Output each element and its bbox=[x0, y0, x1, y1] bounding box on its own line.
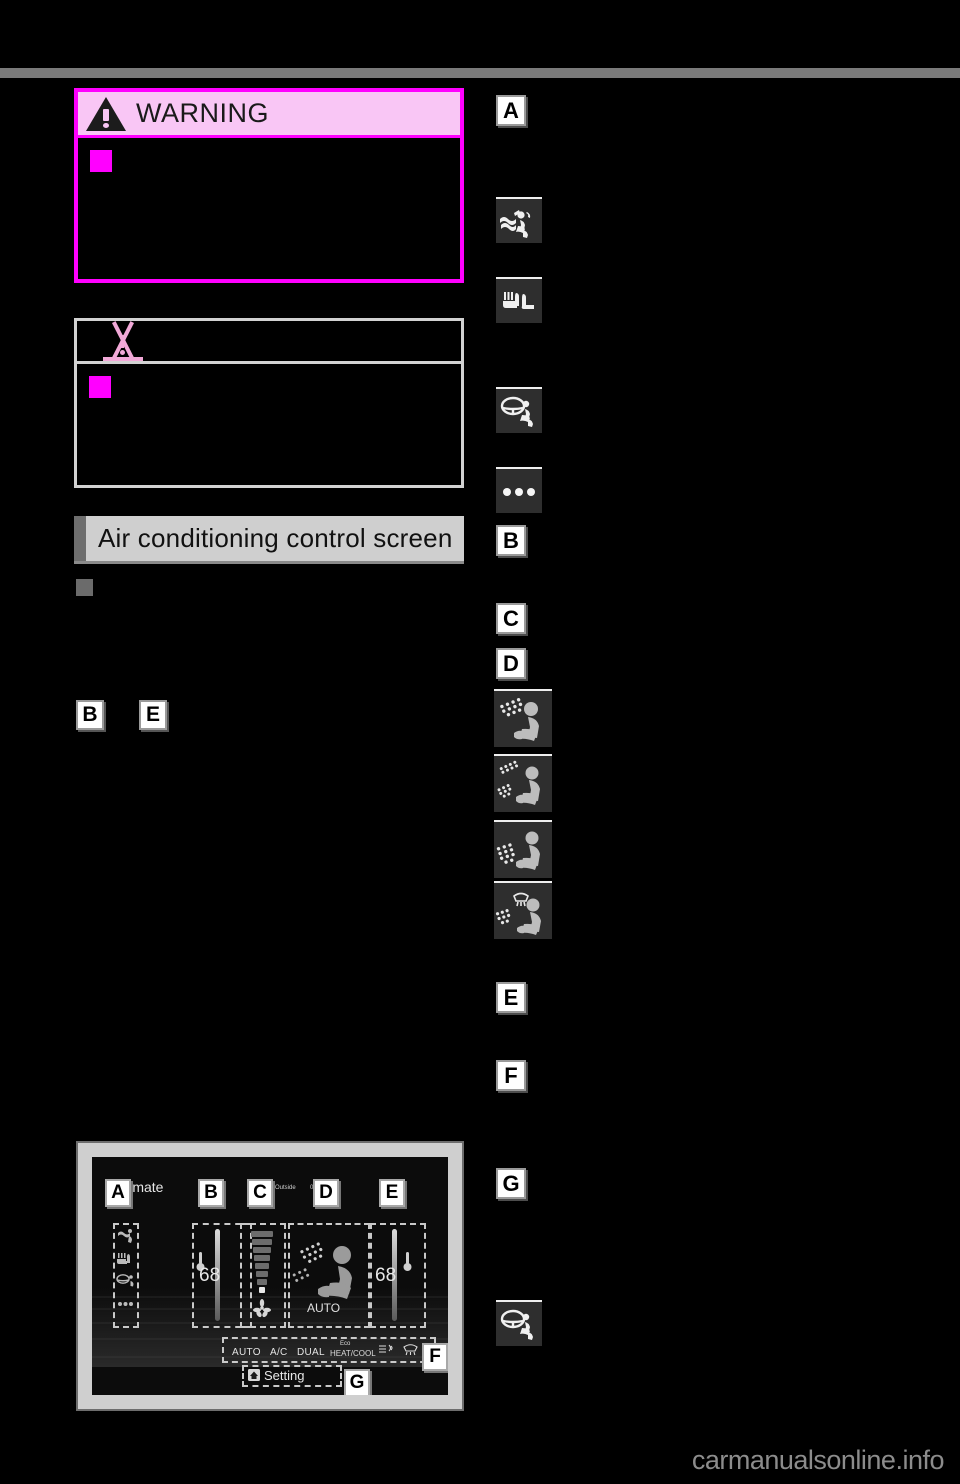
airflow-seat-icon bbox=[496, 197, 542, 243]
auto-button-label[interactable]: AUTO bbox=[232, 1347, 261, 1358]
seat-heater-icon bbox=[496, 277, 542, 323]
setting-button-label[interactable]: Setting bbox=[264, 1368, 304, 1383]
subsection-bullet-square bbox=[76, 579, 93, 596]
section-accent-bar bbox=[74, 516, 86, 561]
section-heading-label: Air conditioning control screen bbox=[98, 523, 453, 553]
eco-label-upper[interactable]: Eco bbox=[340, 1341, 350, 1347]
steering-wheel-heater-icon bbox=[496, 1300, 542, 1346]
notice-header bbox=[77, 321, 461, 364]
temp-left-value: 68 bbox=[199, 1265, 221, 1286]
auto-status-label: AUTO bbox=[307, 1301, 341, 1315]
windshield-defroster-icon[interactable] bbox=[402, 1342, 419, 1357]
more-options-dots-icon bbox=[496, 467, 542, 513]
figure-callout-e: E bbox=[379, 1179, 405, 1207]
manual-page: WARNING Air conditioning control screen … bbox=[0, 0, 960, 1484]
outside-temp-label: Outside bbox=[275, 1185, 296, 1191]
figure-callout-b: B bbox=[198, 1179, 224, 1207]
callout-badge-f: F bbox=[496, 1060, 526, 1091]
setting-home-icon[interactable] bbox=[248, 1369, 260, 1381]
air-conditioning-screen-figure: Climate Outside 0 F bbox=[76, 1141, 464, 1411]
ac-button-label[interactable]: A/C bbox=[270, 1347, 288, 1358]
inline-badge-b: B bbox=[76, 700, 104, 730]
callout-badge-a: A bbox=[496, 95, 526, 126]
section-heading: Air conditioning control screen bbox=[74, 516, 464, 564]
figure-callout-d: D bbox=[313, 1179, 339, 1207]
callout-badge-b: B bbox=[496, 525, 526, 556]
steering-wheel-heater-icon bbox=[496, 387, 542, 433]
warning-box: WARNING bbox=[74, 88, 464, 283]
caution-triangle-outline-icon bbox=[103, 321, 143, 361]
notice-bullet-square bbox=[89, 376, 111, 398]
notice-box bbox=[74, 318, 464, 488]
warning-header: WARNING bbox=[78, 92, 460, 138]
figure-callout-f: F bbox=[422, 1343, 448, 1371]
airflow-feet-icon bbox=[494, 820, 552, 878]
warning-bullet-square bbox=[90, 150, 112, 172]
dual-button-label[interactable]: DUAL bbox=[297, 1347, 325, 1358]
warning-triangle-icon bbox=[86, 96, 126, 131]
eco-heat-cool-label[interactable]: HEAT/COOL bbox=[330, 1349, 376, 1358]
notice-body bbox=[77, 364, 461, 482]
figure-callout-a: A bbox=[105, 1179, 131, 1207]
site-watermark: carmanualsonline.info bbox=[691, 1445, 945, 1475]
figure-callout-g: G bbox=[344, 1369, 370, 1395]
callout-badge-g: G bbox=[496, 1168, 526, 1199]
inline-badge-e: E bbox=[139, 700, 167, 730]
figure-callout-c: C bbox=[247, 1179, 273, 1207]
callout-badge-c: C bbox=[496, 603, 526, 634]
airflow-feet-defrost-icon bbox=[494, 881, 552, 939]
callout-badge-e: E bbox=[496, 982, 526, 1013]
rear-defogger-icon[interactable] bbox=[378, 1343, 394, 1357]
airflow-face-feet-icon bbox=[494, 754, 552, 812]
temp-right-value: 68 bbox=[375, 1265, 397, 1286]
callout-badge-d: D bbox=[496, 648, 526, 679]
warning-body bbox=[78, 138, 460, 276]
warning-title: WARNING bbox=[136, 98, 269, 128]
airflow-face-icon bbox=[494, 689, 552, 747]
page-top-rule bbox=[0, 68, 960, 78]
climate-screen: Climate Outside 0 F bbox=[92, 1157, 448, 1395]
